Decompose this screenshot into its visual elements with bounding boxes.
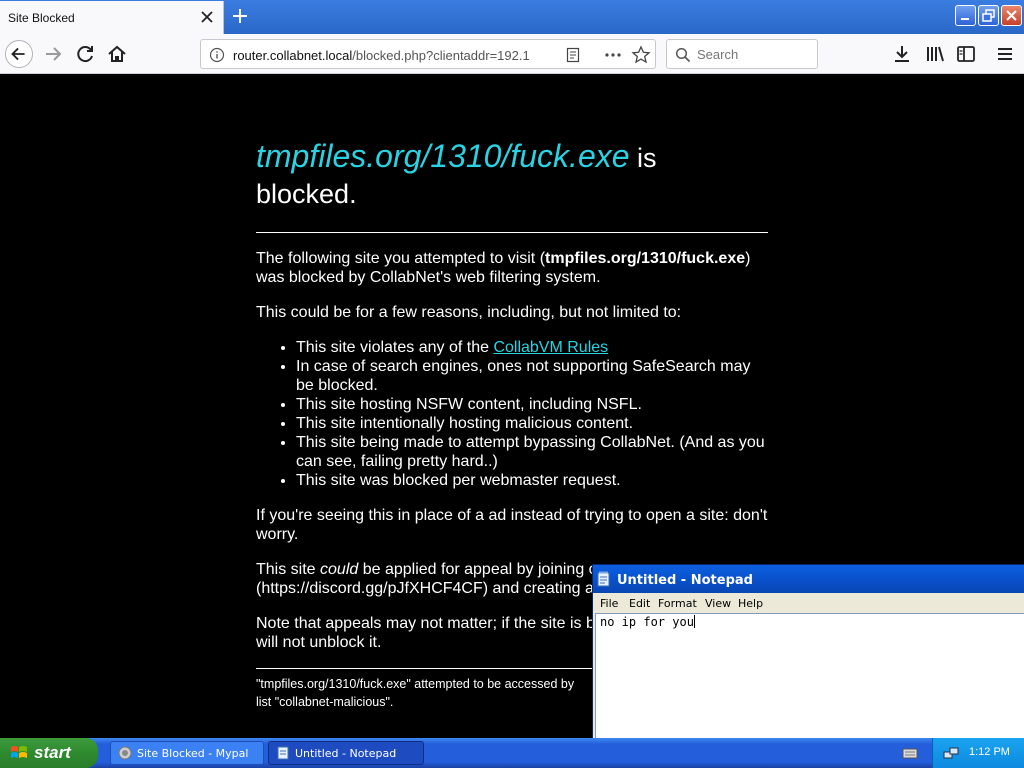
notepad-text[interactable]: no ip for you <box>600 615 695 629</box>
tab-title: Site Blocked <box>8 11 75 25</box>
collabvm-rules-link[interactable]: CollabVM Rules <box>493 339 608 356</box>
list-item: This site being made to attempt bypassin… <box>296 433 768 471</box>
headline-is: is <box>629 143 657 173</box>
bookmark-star-icon[interactable] <box>631 45 651 65</box>
appeals-note-line-2: will not unblock it. <box>256 634 382 651</box>
plus-icon[interactable] <box>230 6 250 26</box>
keyboard-icon[interactable] <box>902 746 918 760</box>
reasons-list: This site violates any of the CollabVM R… <box>296 338 768 490</box>
appeal-text: This site <box>256 561 321 578</box>
blocked-site-name: tmpfiles.org/1310/fuck.exe <box>256 138 630 174</box>
notepad-text-content: no ip for you <box>600 615 694 629</box>
start-button[interactable]: start <box>0 738 98 768</box>
footer-line-2: list "collabnet-malicious". <box>256 695 394 709</box>
menu-view[interactable]: View <box>705 597 731 610</box>
tab-strip: Site Blocked <box>0 0 1024 34</box>
menu-help[interactable]: Help <box>738 597 763 610</box>
tab-site-blocked[interactable]: Site Blocked <box>0 1 224 34</box>
windows-logo-icon <box>11 746 27 758</box>
browser-icon <box>118 746 132 760</box>
appeal-could: could <box>320 561 359 578</box>
url-text[interactable]: router.collabnet.local/blocked.php?clien… <box>233 48 531 63</box>
network-icon[interactable] <box>943 745 959 761</box>
divider <box>256 232 768 233</box>
list-item: This site violates any of the CollabVM R… <box>296 338 768 357</box>
notepad-menubar: File Edit Format View Help <box>593 593 1024 613</box>
search-bar[interactable] <box>666 39 818 69</box>
clock: 1:12 PM <box>969 746 1010 758</box>
ad-note: If you're seeing this in place of a ad i… <box>256 507 768 543</box>
notepad-window[interactable]: Untitled - Notepad File Edit Format View… <box>592 564 1024 740</box>
search-input[interactable] <box>697 47 812 62</box>
hamburger-menu-icon[interactable] <box>994 43 1016 65</box>
notepad-icon <box>277 746 289 760</box>
footer-line-1: "tmpfiles.org/1310/fuck.exe" attempted t… <box>256 677 575 691</box>
text-caret <box>693 615 695 628</box>
minimize-button[interactable] <box>955 5 976 26</box>
navigation-toolbar: router.collabnet.local/blocked.php?clien… <box>0 34 1024 74</box>
reasons-intro: This could be for a few reasons, includi… <box>256 304 682 321</box>
forward-arrow-icon[interactable] <box>40 40 68 68</box>
window-close-button[interactable] <box>1001 5 1022 26</box>
system-tray: 1:12 PM <box>932 738 1024 768</box>
reader-view-icon[interactable] <box>565 47 581 63</box>
reason-text: This site violates any of the <box>296 339 494 356</box>
home-icon[interactable] <box>103 40 131 68</box>
url-bar[interactable]: router.collabnet.local/blocked.php?clien… <box>200 39 656 69</box>
info-icon[interactable] <box>209 47 225 63</box>
menu-file[interactable]: File <box>600 597 618 610</box>
notepad-text-area[interactable]: no ip for you <box>595 613 1024 739</box>
download-icon[interactable] <box>891 43 913 65</box>
appeal-line-2: (https://discord.gg/pJfXHCF4CF) and crea… <box>256 580 594 597</box>
url-host: router.collabnet.local <box>233 48 353 63</box>
restore-button[interactable] <box>978 5 999 26</box>
notepad-icon <box>597 571 610 587</box>
intro-text-start: The following site you attempted to visi… <box>256 250 546 267</box>
notepad-title: Untitled - Notepad <box>617 573 753 588</box>
taskbar-item-browser[interactable]: Site Blocked - Mypal <box>110 741 264 765</box>
notepad-titlebar[interactable]: Untitled - Notepad <box>593 565 1024 593</box>
task-label: Untitled - Notepad <box>295 747 397 760</box>
task-label: Site Blocked - Mypal <box>137 747 249 760</box>
sidebar-icon[interactable] <box>955 43 977 65</box>
appeal-text-cont: be applied for appeal by joining o <box>358 561 598 578</box>
list-item: In case of search engines, ones not supp… <box>296 357 768 395</box>
menu-format[interactable]: Format <box>658 597 697 610</box>
intro-paragraph: The following site you attempted to visi… <box>256 249 768 287</box>
search-icon <box>675 47 691 63</box>
list-item: This site intentionally hosting maliciou… <box>296 414 768 433</box>
back-arrow-icon[interactable] <box>5 40 33 68</box>
reload-icon[interactable] <box>72 40 100 68</box>
appeals-note-line-1: Note that appeals may not matter; if the… <box>256 615 608 632</box>
list-item: This site hosting NSFW content, includin… <box>296 395 768 414</box>
taskbar: start Site Blocked - Mypal Untitled - No… <box>0 738 1024 768</box>
menu-edit[interactable]: Edit <box>629 597 650 610</box>
taskbar-item-notepad[interactable]: Untitled - Notepad <box>268 741 424 765</box>
url-path: /blocked.php?clientaddr=192.1 <box>352 48 530 63</box>
intro-site: tmpfiles.org/1310/fuck.exe <box>545 250 746 267</box>
headline-blocked: blocked. <box>256 179 357 209</box>
library-icon[interactable] <box>924 43 946 65</box>
list-item: This site was blocked per webmaster requ… <box>296 471 768 490</box>
close-icon[interactable] <box>198 8 216 26</box>
more-actions-icon[interactable] <box>603 47 623 63</box>
page-title: tmpfiles.org/1310/fuck.exe is blocked. <box>256 138 768 212</box>
start-label: start <box>34 743 71 762</box>
